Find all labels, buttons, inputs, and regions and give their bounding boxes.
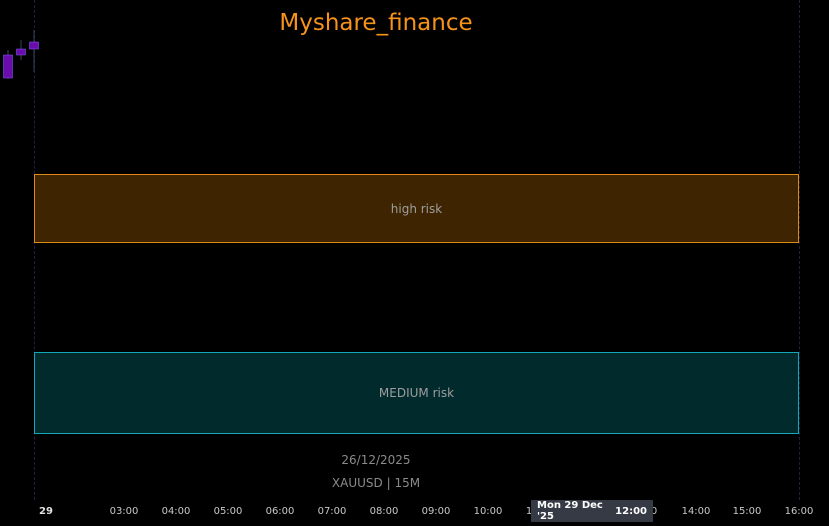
x-tick-label: 04:00	[161, 506, 191, 517]
medium-risk-label: MEDIUM risk	[378, 386, 455, 400]
medium-risk-zone[interactable]: MEDIUM risk	[34, 352, 799, 434]
watermark-symbol: XAUUSD | 15M	[331, 476, 421, 490]
x-tick-label: 09:00	[421, 506, 451, 517]
candle-body	[29, 41, 39, 50]
x-tick-label: 07:00	[317, 506, 347, 517]
high-risk-label: high risk	[390, 201, 443, 216]
candle	[16, 40, 26, 60]
candle-body	[3, 54, 13, 79]
chart-area[interactable]: Myshare_finance high risk MEDIUM risk 26…	[0, 0, 829, 526]
x-tick-label: 14:00	[681, 506, 711, 517]
x-tick-label: 05:00	[213, 506, 243, 517]
x-tick-label: 29	[39, 506, 53, 517]
x-tick-label: 10:00	[473, 506, 503, 517]
crosshair-time-label: Mon 29 Dec '25 12:00	[531, 500, 653, 522]
x-tick-label: 15:00	[732, 506, 762, 517]
crosshair-time: 12:00	[615, 505, 647, 517]
high-risk-zone[interactable]: high risk	[34, 174, 799, 243]
x-tick-label: 16:00	[784, 506, 814, 517]
x-tick-label: 08:00	[369, 506, 399, 517]
x-tick-label: 06:00	[265, 506, 295, 517]
candle-body	[16, 48, 26, 56]
candle	[29, 30, 39, 72]
candle	[3, 50, 13, 79]
x-tick-label: 03:00	[109, 506, 139, 517]
chart-title: Myshare_finance	[279, 10, 473, 36]
watermark-date: 26/12/2025	[341, 453, 411, 467]
crosshair-date: Mon 29 Dec '25	[537, 500, 603, 522]
